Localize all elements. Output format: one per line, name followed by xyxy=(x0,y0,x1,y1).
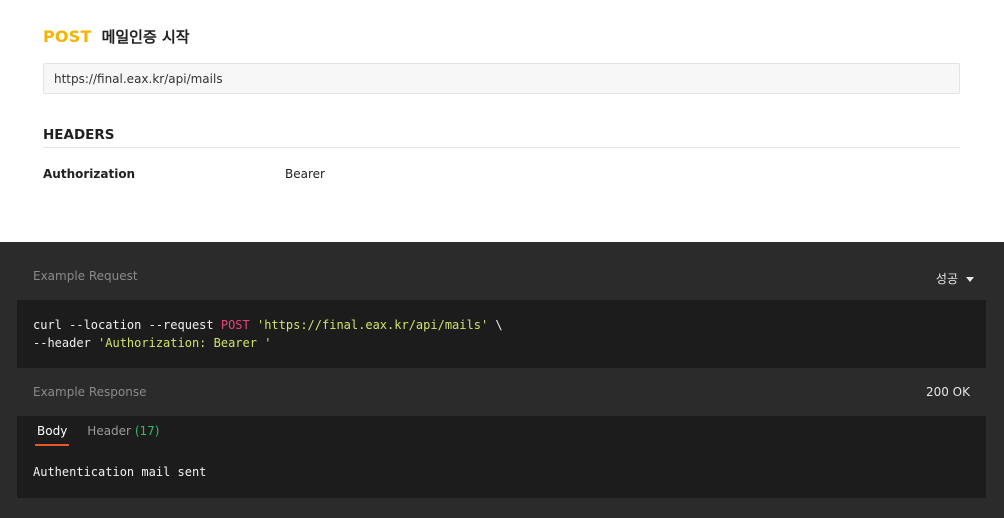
tab-header[interactable]: Header (17) xyxy=(87,424,159,446)
headers-section-title: HEADERS xyxy=(43,127,115,143)
response-body-text: Authentication mail sent xyxy=(33,465,207,479)
response-tabs: Body Header (17) xyxy=(34,424,159,446)
example-select-dropdown[interactable]: 성공 xyxy=(936,270,974,287)
response-status: 200 OK xyxy=(925,385,970,399)
request-url-field[interactable]: https://final.eax.kr/api/mails xyxy=(43,63,960,94)
request-doc-section: POST 메일인증 시작 https://final.eax.kr/api/ma… xyxy=(0,0,1004,242)
code-header-token: 'Authorization: Bearer ' xyxy=(98,336,272,350)
caret-down-icon xyxy=(966,277,974,282)
request-url-text: https://final.eax.kr/api/mails xyxy=(54,71,223,86)
code-url-token: 'https://final.eax.kr/api/mails' xyxy=(256,318,489,332)
code-curl-prefix: curl --location --request xyxy=(33,318,221,332)
tab-body-label: Body xyxy=(37,424,68,438)
header-key-authorization: Authorization xyxy=(43,167,136,181)
example-response-block: Body Header (17) Authentication mail sen… xyxy=(17,416,986,498)
tab-body[interactable]: Body xyxy=(34,424,70,446)
example-response-label: Example Response xyxy=(33,385,147,399)
example-request-code: curl --location --request POST 'https://… xyxy=(17,300,986,368)
code-header-flag: --header xyxy=(33,336,99,350)
request-method-badge: POST xyxy=(43,27,92,46)
tab-header-label: Header xyxy=(87,424,131,438)
examples-panel: Example Request 성공 curl --location --req… xyxy=(0,242,1004,518)
code-line-continuation: \ xyxy=(488,318,503,332)
request-name: 메일인증 시작 xyxy=(101,28,190,46)
request-title: POST 메일인증 시작 xyxy=(43,26,190,47)
headers-divider xyxy=(43,147,960,148)
example-select-value: 성공 xyxy=(935,272,958,286)
example-request-label: Example Request xyxy=(33,269,138,283)
tab-header-count: (17) xyxy=(134,424,160,438)
header-value-authorization: Bearer xyxy=(285,167,325,181)
code-method-token: POST xyxy=(220,318,250,332)
